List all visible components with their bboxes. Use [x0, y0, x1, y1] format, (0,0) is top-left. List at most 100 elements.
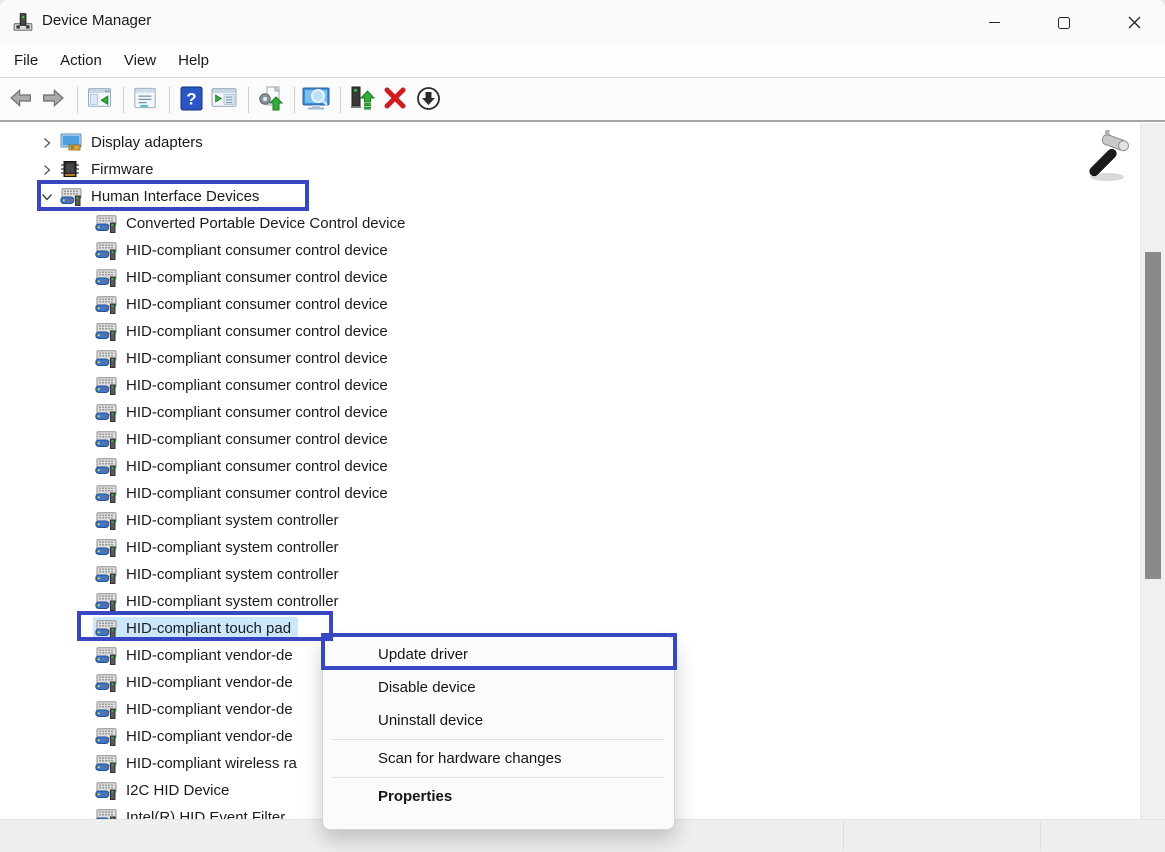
context-menu-item-update-driver[interactable]: Update driver [323, 638, 674, 671]
hid-device-icon [60, 187, 83, 206]
back-button[interactable] [5, 85, 35, 115]
tree-item-label: HID-compliant vendor-de [126, 701, 293, 718]
scan-hardware-changes-icon [257, 85, 284, 114]
help-button[interactable]: ? [176, 85, 206, 115]
tree-item-content[interactable]: HID-compliant vendor-de [95, 671, 293, 695]
tree-item[interactable]: Display adapters [0, 129, 1139, 156]
maximize-button[interactable] [1041, 0, 1087, 45]
tree-item-label: HID-compliant consumer control device [126, 404, 388, 421]
chevron-down-icon[interactable] [34, 188, 60, 205]
tree-item-content[interactable]: Intel(R) HID Event Filter [95, 806, 285, 820]
hid-device-icon [95, 646, 118, 665]
hid-device-icon [95, 295, 118, 314]
firmware-chip-icon [60, 160, 83, 179]
tree-item-content[interactable]: HID-compliant system controller [95, 509, 339, 533]
search-computer-button[interactable] [301, 85, 331, 115]
minimize-icon [989, 22, 1000, 23]
tree-item-content[interactable]: HID-compliant consumer control device [95, 428, 388, 452]
tree-item-label: HID-compliant consumer control device [126, 242, 388, 259]
hid-device-icon [95, 430, 118, 449]
tree-item[interactable]: HID-compliant consumer control device [0, 372, 1139, 399]
tree-item-content[interactable]: HID-compliant consumer control device [95, 239, 388, 263]
tree-item-content[interactable]: HID-compliant consumer control device [95, 347, 388, 371]
show-action-pane-icon [209, 86, 239, 113]
scan-hardware-changes-button[interactable] [255, 85, 285, 115]
show-action-pane-button[interactable] [209, 85, 239, 115]
tree-item-content[interactable]: HID-compliant consumer control device [95, 266, 388, 290]
hid-device-icon [95, 565, 118, 584]
tree-item[interactable]: HID-compliant consumer control device [0, 291, 1139, 318]
tree-item-label: HID-compliant consumer control device [126, 350, 388, 367]
tree-item-content[interactable]: HID-compliant consumer control device [95, 374, 388, 398]
tree-item[interactable]: HID-compliant consumer control device [0, 480, 1139, 507]
tree-item-content[interactable]: HID-compliant system controller [95, 590, 339, 614]
tree-item-content[interactable]: HID-compliant system controller [95, 563, 339, 587]
tree-item[interactable]: HID-compliant system controller [0, 507, 1139, 534]
context-menu-item-scan-for-hardware-changes[interactable]: Scan for hardware changes [323, 742, 674, 775]
tree-item-label: HID-compliant consumer control device [126, 431, 388, 448]
tree-item-content[interactable]: HID-compliant consumer control device [95, 320, 388, 344]
context-menu: Update driverDisable deviceUninstall dev… [322, 636, 675, 830]
update-driver-tool-button[interactable] [347, 85, 377, 115]
tree-item[interactable]: HID-compliant system controller [0, 534, 1139, 561]
tree-item-content[interactable]: HID-compliant vendor-de [95, 644, 293, 668]
menu-item-view[interactable]: View [113, 45, 167, 78]
uninstall-device-tool-button[interactable] [380, 85, 410, 115]
tree-item[interactable]: HID-compliant system controller [0, 588, 1139, 615]
context-menu-item-uninstall-device[interactable]: Uninstall device [323, 704, 674, 737]
chevron-right-icon[interactable] [34, 134, 60, 151]
tree-item-content[interactable]: Firmware [60, 158, 154, 182]
menu-item-file[interactable]: File [3, 45, 49, 78]
tree-item-content[interactable]: HID-compliant vendor-de [95, 725, 293, 749]
tree-item[interactable]: Firmware [0, 156, 1139, 183]
scrollbar-thumb[interactable] [1145, 252, 1161, 579]
toolbar-separator [77, 87, 78, 113]
device-manager-app-icon [12, 11, 34, 33]
tree-item-content[interactable]: HID-compliant consumer control device [95, 482, 388, 506]
update-driver-tool-icon [349, 85, 375, 114]
forward-button[interactable] [38, 85, 68, 115]
chevron-right-icon[interactable] [34, 161, 60, 178]
tree-item[interactable]: HID-compliant consumer control device [0, 237, 1139, 264]
tree-item[interactable]: HID-compliant consumer control device [0, 426, 1139, 453]
tree-item[interactable]: HID-compliant consumer control device [0, 399, 1139, 426]
tree-item-content[interactable]: HID-compliant vendor-de [95, 698, 293, 722]
tree-item-content[interactable]: Converted Portable Device Control device [95, 212, 405, 236]
tree-item-content[interactable]: HID-compliant consumer control device [95, 293, 388, 317]
close-button[interactable] [1111, 0, 1157, 45]
disable-device-tool-button[interactable] [413, 85, 443, 115]
hid-device-icon [95, 619, 118, 638]
title-bar: Device Manager [0, 0, 1165, 45]
tree-item-content[interactable]: HID-compliant consumer control device [95, 455, 388, 479]
tree-item-content[interactable]: HID-compliant consumer control device [95, 401, 388, 425]
menu-item-help[interactable]: Help [167, 45, 220, 78]
vertical-scrollbar[interactable] [1140, 123, 1165, 819]
hid-device-icon [95, 484, 118, 503]
maximize-icon [1058, 17, 1070, 29]
toolbar-separator [294, 87, 295, 113]
tree-item[interactable]: HID-compliant consumer control device [0, 453, 1139, 480]
menu-bar: FileActionViewHelp [0, 45, 1165, 78]
tree-item-content[interactable]: HID-compliant system controller [95, 536, 339, 560]
tree-item-content[interactable]: I2C HID Device [95, 779, 229, 803]
hid-device-icon [95, 457, 118, 476]
tree-item[interactable]: Converted Portable Device Control device [0, 210, 1139, 237]
context-menu-item-properties[interactable]: Properties [323, 780, 674, 813]
tree-item-content[interactable]: Human Interface Devices [60, 185, 259, 209]
hid-device-icon [95, 403, 118, 422]
selected-tree-item[interactable]: HID-compliant touch pad [93, 617, 298, 641]
properties-window-button[interactable] [130, 85, 160, 115]
tree-item-content[interactable]: HID-compliant wireless ra [95, 752, 297, 776]
tree-item-content[interactable]: Display adapters [60, 131, 203, 155]
menu-item-action[interactable]: Action [49, 45, 113, 78]
context-menu-item-disable-device[interactable]: Disable device [323, 671, 674, 704]
hid-device-icon [95, 268, 118, 287]
show-console-tree-button[interactable] [84, 85, 114, 115]
minimize-button[interactable] [971, 0, 1017, 45]
tree-item[interactable]: Human Interface Devices [0, 183, 1139, 210]
tree-item[interactable]: HID-compliant system controller [0, 561, 1139, 588]
tree-item[interactable]: HID-compliant consumer control device [0, 345, 1139, 372]
tree-item[interactable]: HID-compliant consumer control device [0, 318, 1139, 345]
tree-item[interactable]: HID-compliant consumer control device [0, 264, 1139, 291]
show-console-tree-icon [86, 86, 113, 113]
